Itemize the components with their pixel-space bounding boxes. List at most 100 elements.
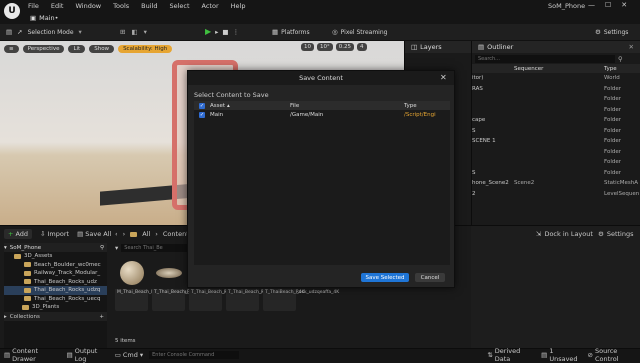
tree-item[interactable]: Railway_Track_Modular_ [4,269,107,278]
tree-item[interactable]: Thai_Beach_Rocks_uecq [4,295,107,304]
scale-snap[interactable]: 0.25 [335,43,354,51]
outliner-row[interactable]: S Folder [472,168,640,179]
tab-layers[interactable]: ◫ Layers [405,41,471,53]
selection-mode-button[interactable]: Selection Mode [28,29,74,36]
outliner-row[interactable]: cape Folder [472,115,640,126]
outliner-row[interactable]: RAS Folder [472,84,640,95]
sphere-icon [119,261,144,285]
rotation-snap[interactable]: 10° [317,43,333,51]
menu-item-help[interactable]: Help [231,2,246,10]
cancel-button[interactable]: Cancel [415,273,445,282]
platforms-button[interactable]: ▦ Platforms [272,28,310,36]
output-log-button[interactable]: ▤ Output Log [67,347,109,363]
blueprint-icon[interactable]: ⊞ [120,28,125,36]
more-icon[interactable]: ▾ [144,28,147,36]
history-back-icon[interactable]: ‹ [115,230,118,238]
menu-item-file[interactable]: File [28,2,39,10]
outliner-row[interactable]: SCENE 1 Folder [472,136,640,147]
tree-item[interactable]: Thai_Beach_Rocks_udz [4,278,107,287]
maximize-icon[interactable]: ☐ [605,1,611,9]
toolbar-left: ▤ ➚ Selection Mode ▾ [6,28,82,36]
outliner-row[interactable]: Folder [472,147,640,158]
tree-item[interactable]: 3D_Assets [4,252,107,261]
close-tab-icon[interactable]: ✕ [629,43,634,51]
menu-item-tools[interactable]: Tools [113,2,129,10]
outliner-row[interactable]: Folder [472,94,640,105]
menu-item-actor[interactable]: Actor [202,2,219,10]
options-icon[interactable]: ⋮ [233,28,240,36]
row-checkbox[interactable]: ✓ [199,112,205,118]
source-control-button[interactable]: ⊘ Source Control [588,347,640,363]
step-icon[interactable]: ▸ [215,28,218,36]
tab-outliner[interactable]: ▤ Outliner ✕ [472,41,640,53]
content-search-input[interactable] [121,244,192,252]
cinematics-icon[interactable]: ◧ [131,28,137,36]
stop-icon[interactable]: ■ [222,28,228,36]
asset-tile[interactable]: T_Thai_Beach_Rock_udzqeaffa_4K [152,257,230,311]
col-file[interactable]: File [290,103,404,109]
play-icon[interactable]: ▶ [205,27,211,36]
save-icon[interactable]: ▤ [6,28,12,36]
tree-root[interactable]: ▾ SoM_Phone ⚲ [4,243,107,252]
menu-item-edit[interactable]: Edit [51,2,64,10]
tree-item[interactable]: Thai_Beach_Rocks_udzq [4,286,107,295]
breadcrumb-content[interactable]: Content [163,230,189,238]
outliner-search-input[interactable] [475,54,615,63]
unsaved-button[interactable]: ▤ 1 Unsaved [541,347,581,363]
cmd-button[interactable]: ▭ Cmd ▾ [115,351,143,359]
tree-item[interactable]: Beach_Boulder_wc0mec [4,261,107,270]
viewport-menu-button[interactable]: ≡ [4,44,19,53]
settings-button[interactable]: ⚙ Settings [595,28,628,36]
filter-icon[interactable]: ⚲ [618,55,623,63]
add-button[interactable]: + Add [4,229,33,239]
show-button[interactable]: Show [89,44,115,53]
menu-item-select[interactable]: Select [169,2,189,10]
derived-data-button[interactable]: ⇅ Derived Data [487,347,535,363]
outliner-row[interactable]: S Folder [472,126,640,137]
outliner-row[interactable]: 2 LevelSequen [472,189,640,200]
row-asset: Main [210,112,224,118]
outliner-row[interactable]: itor) World [472,73,640,84]
grid-snap[interactable]: 10 [301,43,314,51]
col-asset[interactable]: Asset [210,103,225,109]
content-table-row[interactable]: ✓ Main /Game/Main /Script/Engi [194,110,450,120]
outliner-row[interactable]: Folder [472,157,640,168]
row-type: /Script/Engi [404,112,436,118]
outliner-panel: ▤ Outliner ✕ ⚲ Sequencer Type itor) World… [471,41,640,225]
add-collection-icon[interactable]: + [99,314,104,320]
col-type[interactable]: Type [604,66,617,72]
pixel-streaming-button[interactable]: ◎ Pixel Streaming [332,28,387,36]
col-type[interactable]: Type [404,103,417,109]
outliner-row-type: StaticMeshA [604,180,638,187]
save-selected-button[interactable]: Save Selected [361,273,409,282]
content-drawer-button[interactable]: ▤ Content Drawer [4,347,61,363]
outliner-row[interactable]: hone_Scene2 Scene2 StaticMeshA [472,178,640,189]
save-all-button[interactable]: ▤ Save All [77,230,111,238]
breadcrumb-all[interactable]: All [142,230,150,238]
minimize-icon[interactable]: — [588,1,595,9]
menu-item-window[interactable]: Window [75,2,101,10]
unreal-logo-icon[interactable]: U [4,3,20,19]
dock-in-layout-button[interactable]: ⇲ Dock in Layout [536,230,593,238]
details-settings-button[interactable]: ⚙ Settings [598,230,634,238]
outliner-row[interactable]: Folder [472,105,640,116]
history-forward-icon[interactable]: › [123,230,126,238]
col-sequencer[interactable]: Sequencer [514,66,604,72]
search-icon[interactable]: ⚲ [100,245,104,251]
import-button[interactable]: ⇩ Import [40,230,69,238]
camera-speed[interactable]: 4 [357,43,367,51]
lit-button[interactable]: Lit [68,44,86,53]
close-icon[interactable]: ✕ [621,1,627,9]
select-all-checkbox[interactable]: ✓ [199,102,205,109]
filter-icon[interactable]: ▾ [115,244,118,252]
scalability-badge[interactable]: Scalability: High [118,44,173,53]
console-input[interactable] [149,350,240,359]
level-tab[interactable]: ▣ Main• [30,13,59,23]
collections-header[interactable]: ▸ Collections + [4,312,107,321]
outliner-row-label: 2 [472,190,476,197]
asset-tile[interactable]: M_Thai_Beach_Rock_udzqeaffa_M [115,257,193,311]
tree-item[interactable]: 3D_Plants [4,303,107,312]
close-icon[interactable]: ✕ [440,73,447,82]
menu-item-build[interactable]: Build [141,2,157,10]
perspective-button[interactable]: Perspective [22,44,65,53]
